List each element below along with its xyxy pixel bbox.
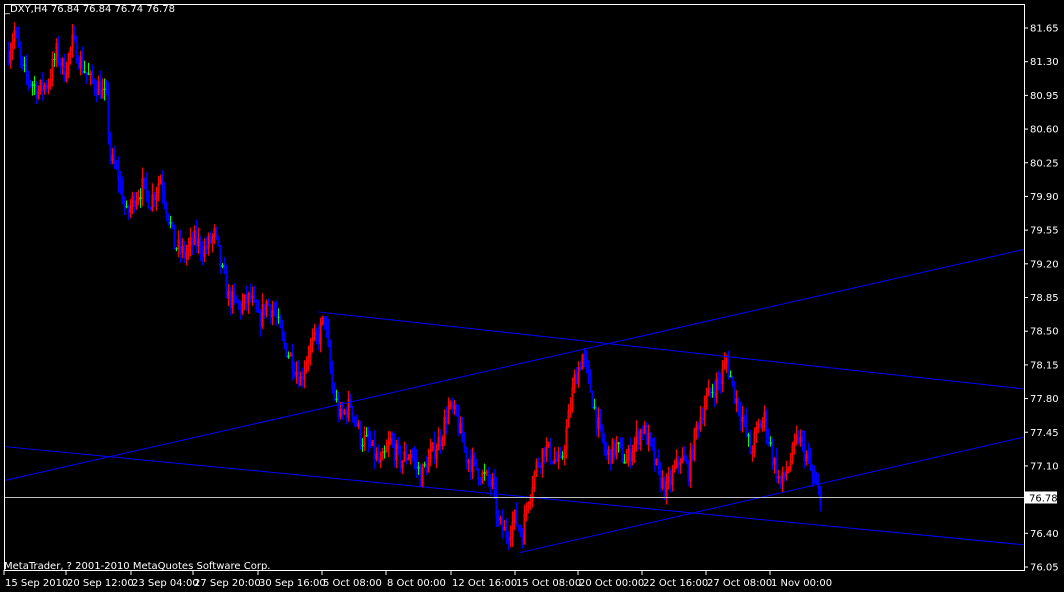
y-tick-label: 76.40 — [1030, 529, 1059, 540]
copyright-text: MetaTrader, ? 2001-2010 MetaQuotes Softw… — [4, 561, 271, 572]
price-tag-label: 76.78 — [1029, 494, 1058, 505]
x-tick-label: 15 Sep 2010 — [5, 578, 68, 589]
y-tick-label: 77.80 — [1030, 394, 1059, 405]
y-tick-label: 80.95 — [1030, 91, 1059, 102]
y-tick-label: 78.50 — [1030, 327, 1059, 338]
y-tick-label: 80.60 — [1030, 125, 1059, 136]
x-tick-label: 8 Oct 00:00 — [387, 578, 446, 589]
x-tick-label: 1 Nov 00:00 — [771, 578, 832, 589]
x-tick-label: 30 Sep 16:00 — [259, 578, 326, 589]
x-tick-label: 27 Oct 08:00 — [707, 578, 772, 589]
current-price-tag: 76.78 — [1025, 491, 1058, 505]
chart-title: _DXY,H4 76.84 76.84 76.74 76.78 — [5, 4, 175, 15]
x-tick-label: 27 Sep 20:00 — [194, 578, 261, 589]
y-tick-label: 79.55 — [1030, 226, 1059, 237]
y-tick-label: 81.30 — [1030, 57, 1059, 68]
x-tick-label: 20 Sep 12:00 — [67, 578, 134, 589]
y-tick-label: 77.10 — [1030, 461, 1059, 472]
y-tick-label: 81.65 — [1030, 24, 1059, 35]
y-tick-label: 76.05 — [1030, 563, 1059, 574]
y-tick-label: 79.90 — [1030, 192, 1059, 203]
y-tick-label: 79.20 — [1030, 259, 1059, 270]
y-tick-label: 78.85 — [1030, 293, 1059, 304]
y-tick-label: 80.25 — [1030, 158, 1059, 169]
x-tick-label: 20 Oct 00:00 — [579, 578, 644, 589]
x-tick-label: 23 Sep 04:00 — [132, 578, 199, 589]
y-tick-label: 78.15 — [1030, 360, 1059, 371]
y-tick-label: 77.45 — [1030, 428, 1059, 439]
x-tick-label: 5 Oct 08:00 — [323, 578, 382, 589]
x-tick-label: 22 Oct 16:00 — [643, 578, 708, 589]
x-tick-label: 12 Oct 16:00 — [452, 578, 517, 589]
chart-area[interactable]: 81.65 81.30 80.95 80.60 80.25 79.90 79.55 79.20… — [0, 0, 1064, 592]
x-tick-label: 15 Oct 08:00 — [516, 578, 581, 589]
